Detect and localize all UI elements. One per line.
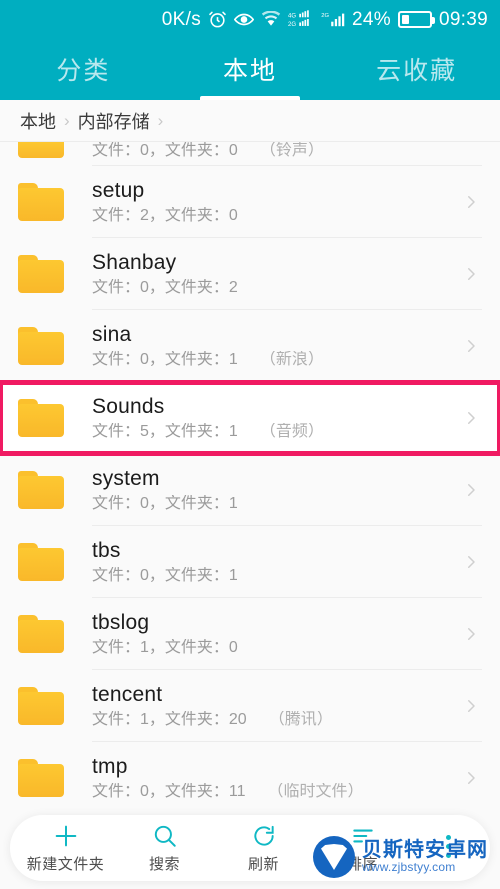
signal-2g-icon: 2G	[321, 10, 345, 28]
folder-icon	[18, 615, 64, 653]
signal-4g-icon: 4G 2G	[288, 10, 314, 28]
chevron-right-icon	[456, 265, 486, 283]
file-name: sina	[92, 322, 132, 346]
watermark-url: www.zjbstyy.com	[362, 860, 456, 875]
chevron-right-icon	[456, 337, 486, 355]
network-speed-text: 0K/s	[161, 8, 202, 30]
watermark-logo-icon	[313, 836, 355, 878]
alarm-icon	[208, 10, 227, 29]
file-row[interactable]: Shanbay 文件：0，文件夹：2	[0, 238, 500, 310]
svg-text:4G: 4G	[288, 13, 296, 19]
watermark-site-name: 贝斯特安卓网	[362, 839, 488, 862]
file-row[interactable]: system 文件：0，文件夹：1	[0, 454, 500, 526]
file-alias: （音频）	[259, 422, 324, 440]
folder-icon	[18, 327, 64, 365]
file-info: 文件：1，文件夹：0	[92, 638, 238, 656]
folder-icon	[18, 543, 64, 581]
phone-screen: 0K/s 4G 2G 2G 24% 09:39 分类 本地 云收藏 本地 › 内…	[0, 0, 500, 889]
folder-icon	[18, 255, 64, 293]
chevron-right-icon	[456, 625, 486, 643]
file-row[interactable]: sina 文件：0，文件夹：1 （新浪）	[0, 310, 500, 382]
file-name: setup	[92, 178, 145, 202]
file-name: Sounds	[92, 394, 165, 418]
svg-text:2G: 2G	[321, 13, 329, 19]
file-info: 文件：2，文件夹：0	[92, 206, 238, 224]
file-alias: （新浪）	[259, 350, 324, 368]
file-name: tbslog	[92, 610, 150, 634]
breadcrumb-item-internal-storage[interactable]: 内部存储	[74, 108, 154, 134]
file-alias: （铃声）	[259, 142, 324, 159]
file-row[interactable]: tbs 文件：0，文件夹：1	[0, 526, 500, 598]
file-name: tencent	[92, 682, 163, 706]
chevron-right-icon	[456, 697, 486, 715]
folder-icon	[18, 142, 64, 158]
file-name: system	[92, 466, 160, 490]
file-info: 文件：0，文件夹：1	[92, 566, 238, 584]
chevron-right-icon	[456, 409, 486, 427]
breadcrumb-item-local[interactable]: 本地	[16, 108, 60, 134]
file-name: tbs	[92, 538, 121, 562]
folder-icon	[18, 471, 64, 509]
search-icon	[152, 822, 178, 850]
clock-text: 09:39	[438, 8, 488, 30]
chevron-right-icon	[456, 553, 486, 571]
svg-text:2G: 2G	[288, 22, 296, 28]
battery-percent-text: 24%	[352, 8, 391, 30]
watermark: 贝斯特安卓网 www.zjbstyy.com	[305, 831, 496, 883]
file-row[interactable]: setup 文件：2，文件夹：0	[0, 166, 500, 238]
file-info: 文件：0，文件夹：11	[92, 782, 246, 800]
new-folder-button[interactable]: 新建文件夹	[16, 815, 115, 881]
folder-icon	[18, 183, 64, 221]
active-tab-indicator	[167, 96, 334, 100]
file-info: 文件：1，文件夹：20	[92, 710, 247, 728]
tab-local-label: 本地	[223, 57, 278, 85]
folder-icon	[18, 687, 64, 725]
file-info: 文件：0，文件夹：1	[92, 350, 238, 368]
refresh-icon	[251, 822, 277, 850]
tab-categories[interactable]: 分类	[0, 38, 167, 100]
refresh-button[interactable]: 刷新	[214, 815, 313, 881]
folder-icon	[18, 759, 64, 797]
file-list[interactable]: 文件：0，文件夹：0 （铃声） setup 文件：2，文件夹：0 Shanbay 文件：0…	[0, 142, 500, 889]
file-alias: （腾讯）	[268, 710, 333, 728]
search-label: 搜索	[148, 856, 180, 873]
file-row[interactable]: tencent 文件：1，文件夹：20 （腾讯）	[0, 670, 500, 742]
chevron-right-icon	[456, 769, 486, 787]
file-row[interactable]: tbslog 文件：1，文件夹：0	[0, 598, 500, 670]
tab-categories-label: 分类	[56, 57, 111, 85]
file-info: 文件：0，文件夹：1	[92, 494, 238, 512]
file-info: 文件：5，文件夹：1	[92, 422, 238, 440]
plus-icon	[52, 822, 80, 850]
wifi-icon	[261, 11, 281, 27]
file-name: tmp	[92, 754, 128, 778]
file-row[interactable]: tmp 文件：0，文件夹：11 （临时文件）	[0, 742, 500, 814]
file-row[interactable]: 文件：0，文件夹：0 （铃声）	[0, 142, 500, 166]
tab-bar: 分类 本地 云收藏	[0, 38, 500, 100]
chevron-right-icon: ›	[64, 110, 70, 130]
folder-icon	[18, 399, 64, 437]
chevron-right-icon	[456, 481, 486, 499]
battery-icon	[397, 10, 435, 28]
chevron-right-icon: ›	[157, 110, 164, 130]
breadcrumb: 本地 › 内部存储 ›	[0, 100, 500, 142]
file-name: Shanbay	[92, 250, 177, 274]
tab-local[interactable]: 本地	[167, 38, 334, 100]
tab-cloud-favorites[interactable]: 云收藏	[333, 38, 500, 100]
status-bar: 0K/s 4G 2G 2G 24% 09:39	[0, 0, 500, 38]
chevron-right-icon	[456, 193, 486, 211]
eye-icon	[234, 12, 255, 27]
refresh-label: 刷新	[247, 856, 279, 873]
file-info: 文件：0，文件夹：2	[92, 278, 238, 296]
new-folder-label: 新建文件夹	[26, 856, 105, 873]
file-alias: （临时文件）	[267, 782, 364, 800]
search-button[interactable]: 搜索	[115, 815, 214, 881]
file-row-selected[interactable]: Sounds 文件：5，文件夹：1 （音频）	[0, 380, 500, 456]
tab-cloud-favorites-label: 云收藏	[376, 57, 458, 85]
file-info: 文件：0，文件夹：0	[92, 142, 238, 159]
